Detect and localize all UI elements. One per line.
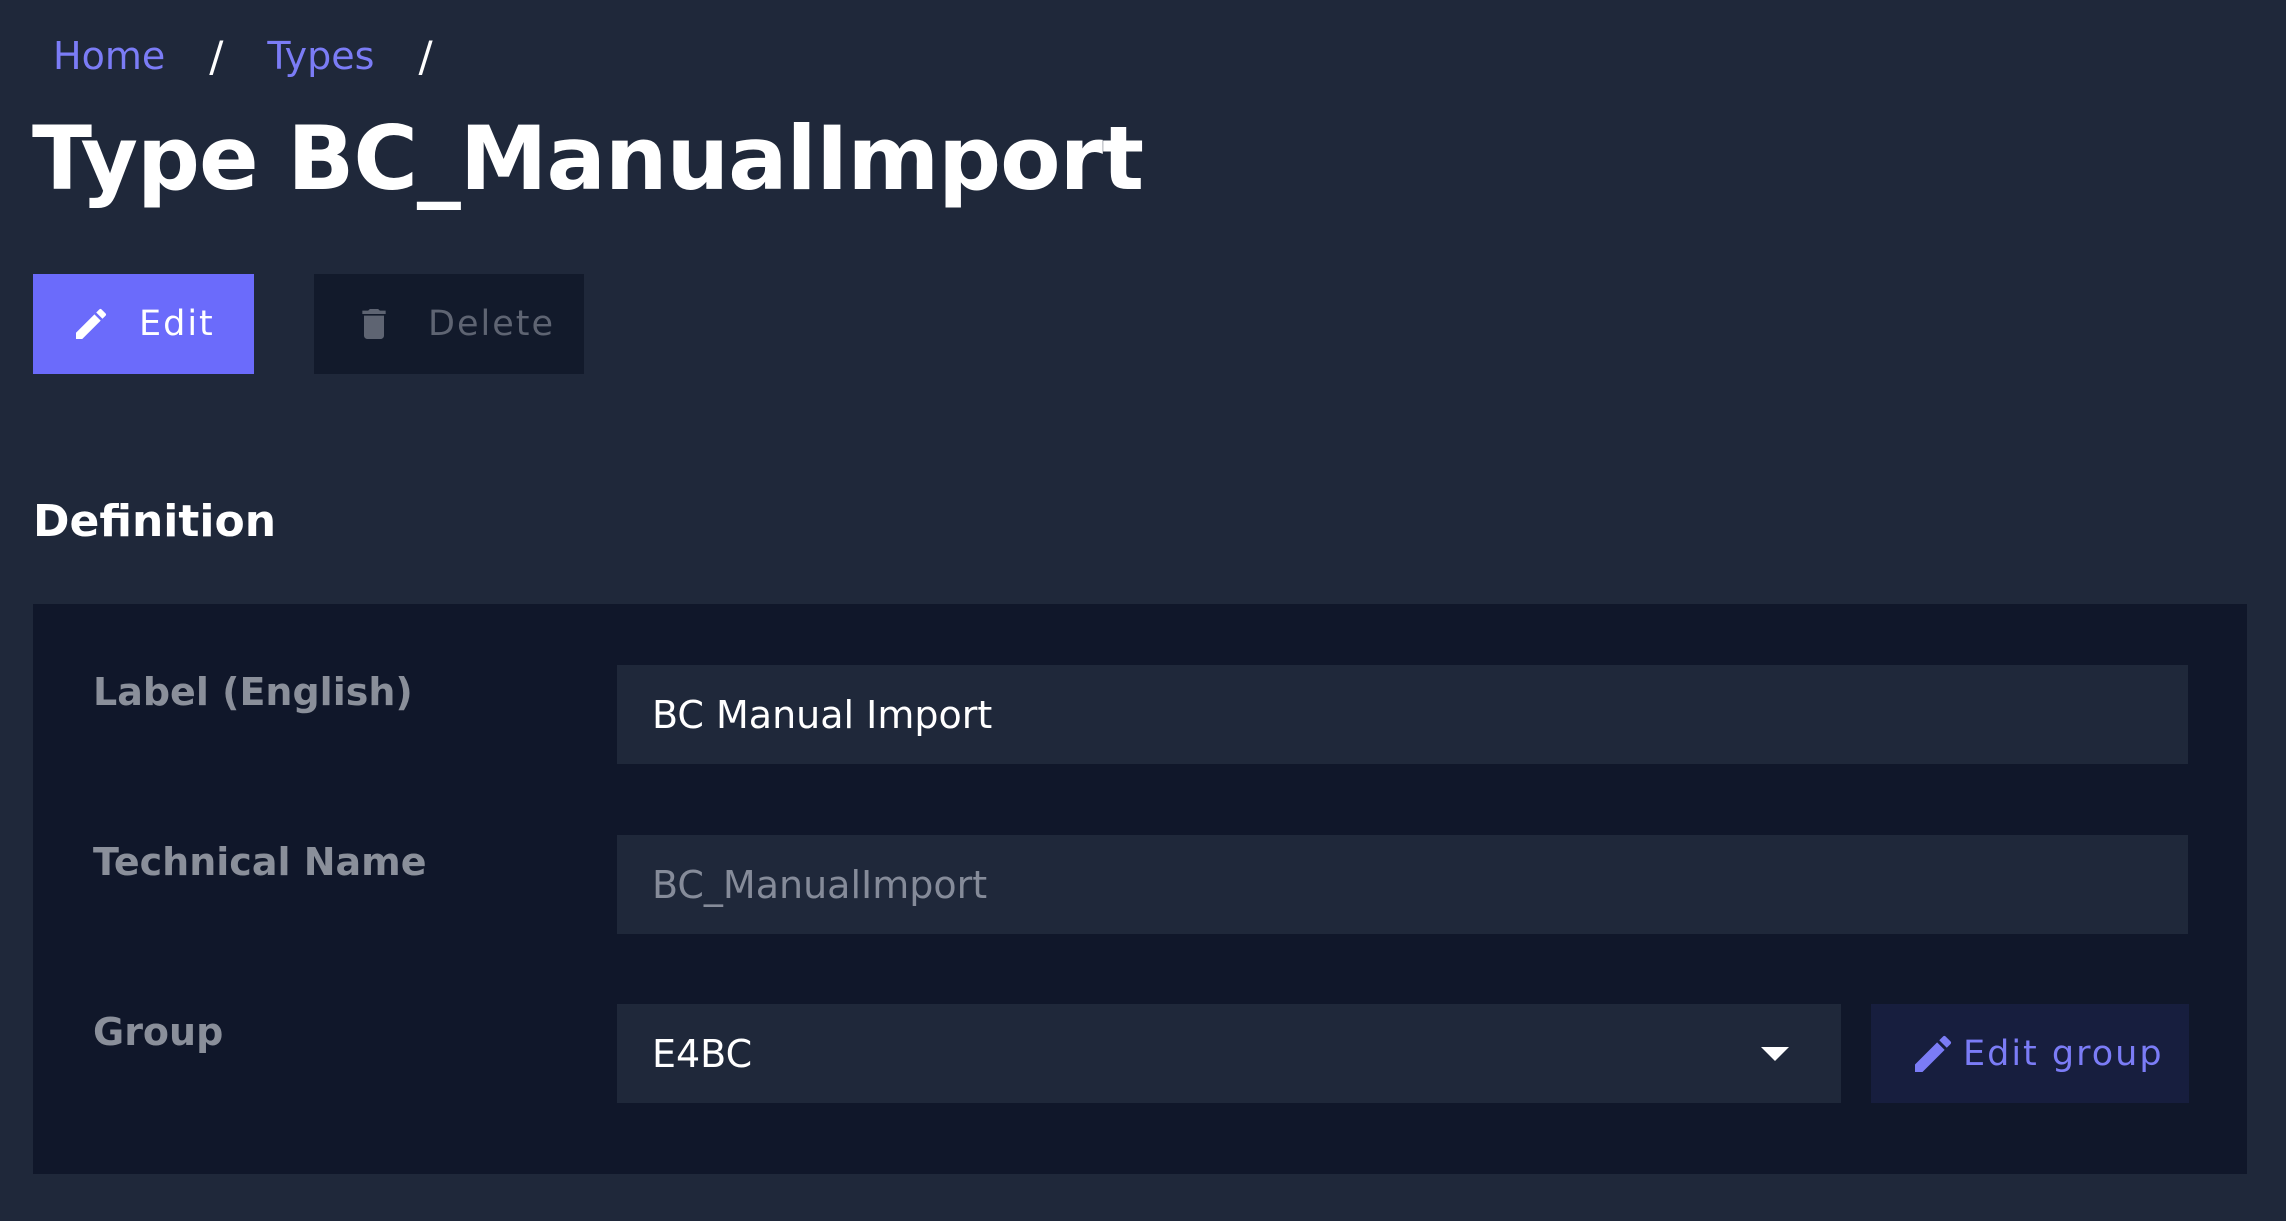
edit-group-button-label: Edit group	[1963, 1033, 2164, 1074]
group-select[interactable]: E4BC	[617, 1004, 1841, 1103]
delete-button-label: Delete	[428, 304, 555, 344]
chevron-down-icon	[1761, 1047, 1789, 1061]
edit-group-button[interactable]: Edit group	[1871, 1004, 2189, 1103]
breadcrumb-link-home[interactable]: Home	[53, 34, 165, 78]
delete-button[interactable]: Delete	[314, 274, 584, 374]
pencil-icon	[71, 304, 111, 344]
definition-panel: Label (English) BC Manual Import Technic…	[33, 604, 2247, 1174]
technical-name-label: Technical Name	[93, 840, 427, 884]
breadcrumb: Home / Types /	[53, 26, 477, 86]
group-label: Group	[93, 1010, 224, 1054]
pencil-icon	[1909, 1030, 1957, 1078]
trash-icon	[354, 304, 394, 344]
breadcrumb-separator: /	[418, 31, 433, 81]
label-english-label: Label (English)	[93, 670, 413, 714]
definition-section-title: Definition	[33, 496, 277, 547]
breadcrumb-link-types[interactable]: Types	[267, 34, 374, 78]
edit-button-label: Edit	[139, 304, 215, 344]
group-select-value: E4BC	[652, 1031, 753, 1076]
page-title: Type BC_ManualImport	[32, 107, 1144, 210]
technical-name-field: BC_ManualImport	[617, 835, 2188, 934]
label-english-input[interactable]: BC Manual Import	[617, 665, 2188, 764]
edit-button[interactable]: Edit	[33, 274, 254, 374]
breadcrumb-separator: /	[209, 31, 224, 81]
